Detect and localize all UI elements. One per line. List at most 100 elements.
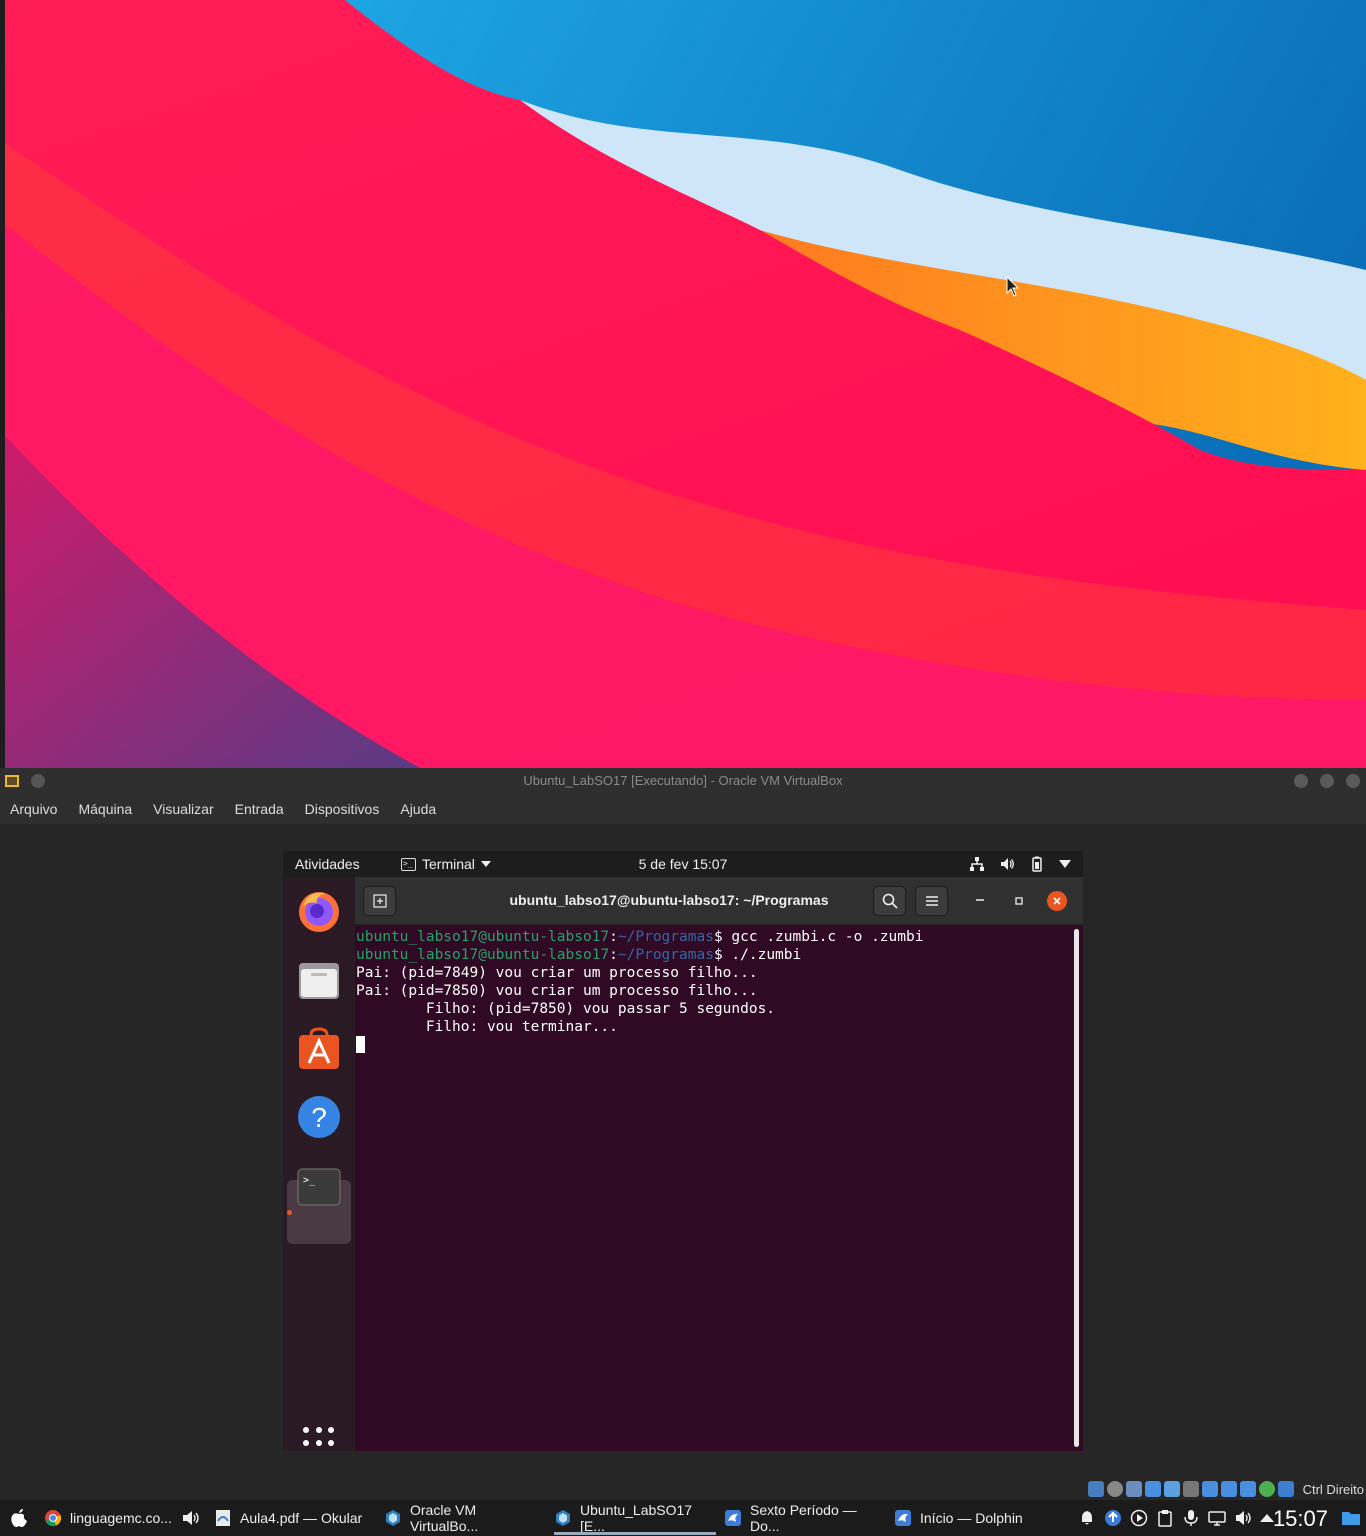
command-text: $ ./.zumbi [713, 947, 802, 963]
prompt-separator: : [609, 947, 618, 963]
task-label: Início — Dolphin [920, 1510, 1023, 1526]
desktop-wallpaper [0, 0, 1366, 768]
chevron-down-icon [1059, 860, 1071, 868]
guest-clock[interactable]: 5 de fev 15:07 [283, 856, 1083, 872]
dolphin-icon [895, 1510, 911, 1526]
guest-screen[interactable]: Atividades >_ Terminal 5 de fev 15:07 ? … [283, 851, 1083, 1451]
vbox-status-icons [1088, 1481, 1294, 1497]
terminal-close-button[interactable] [1047, 891, 1067, 911]
mouse-integration-icon[interactable] [1259, 1481, 1275, 1497]
terminal-icon[interactable]: >_ [295, 1163, 343, 1211]
menu-arquivo[interactable]: Arquivo [10, 801, 57, 817]
text-cursor [356, 1036, 365, 1053]
apple-menu-icon[interactable] [10, 1508, 28, 1528]
terminal-scrollbar[interactable] [1074, 929, 1079, 1447]
terminal-line: ubuntu_labso17@ubuntu-labso17:~/Programa… [356, 928, 1083, 946]
task-label: Aula4.pdf — Okular [240, 1510, 363, 1526]
task-label: linguagemc.co... [70, 1510, 172, 1526]
clipboard-icon[interactable] [1156, 1509, 1174, 1527]
virtualbox-icon [386, 1510, 400, 1526]
virtualbox-icon [556, 1510, 570, 1526]
close-button[interactable] [1346, 774, 1360, 788]
chrome-icon [45, 1510, 62, 1527]
menu-entrada[interactable]: Entrada [235, 801, 284, 817]
task-label: Ubuntu_LabSO17 [E... [580, 1502, 693, 1534]
update-icon[interactable] [1104, 1509, 1122, 1527]
optical-drive-icon[interactable] [1107, 1481, 1123, 1497]
display-icon[interactable] [1202, 1481, 1218, 1497]
search-button[interactable] [873, 886, 906, 916]
minimize-icon [976, 899, 984, 901]
terminal-minimize-button[interactable] [970, 891, 990, 911]
task-chrome[interactable]: linguagemc.co... [44, 1500, 172, 1536]
menu-maquina[interactable]: Máquina [78, 801, 132, 817]
vbox-titlebar[interactable]: Ubuntu_LabSO17 [Executando] - Oracle VM … [0, 768, 1366, 794]
output-line: Filho: (pid=7850) vou passar 5 segundos. [356, 1001, 776, 1017]
ubuntu-dock: ? >_ [283, 877, 355, 1451]
show-desktop-icon[interactable] [1340, 1508, 1362, 1528]
restore-icon [1015, 897, 1023, 905]
search-icon [882, 893, 898, 909]
ubuntu-software-icon[interactable] [295, 1025, 343, 1073]
host-clock[interactable]: 15:07 [1273, 1506, 1328, 1532]
virtualization-icon[interactable] [1240, 1481, 1256, 1497]
audio-icon[interactable] [1126, 1481, 1142, 1497]
terminal-line: ubuntu_labso17@ubuntu-labso17:~/Programa… [356, 946, 1083, 964]
volume-icon[interactable] [1234, 1509, 1252, 1527]
prompt-path: ~/Programas [617, 929, 714, 945]
notifications-icon[interactable] [1078, 1509, 1096, 1527]
volume-icon [1001, 858, 1014, 870]
files-icon[interactable] [295, 957, 343, 1005]
network-adapter-icon[interactable] [1145, 1481, 1161, 1497]
hamburger-menu-button[interactable] [915, 886, 948, 916]
terminal-headerbar: ubuntu_labso17@ubuntu-labso17: ~/Program… [355, 877, 1083, 925]
system-tray[interactable] [969, 856, 1071, 872]
minimize-button[interactable] [1294, 774, 1308, 788]
battery-icon [1032, 856, 1042, 872]
close-icon [1053, 897, 1061, 905]
task-ubuntu-vm[interactable]: Ubuntu_LabSO17 [E... [554, 1500, 716, 1536]
gnome-top-bar: Atividades >_ Terminal 5 de fev 15:07 [283, 851, 1083, 877]
menu-ajuda[interactable]: Ajuda [400, 801, 436, 817]
show-applications-icon[interactable] [303, 1427, 335, 1451]
firefox-icon[interactable] [295, 887, 343, 935]
task-virtualbox-manager[interactable]: Oracle VM VirtualBo... [384, 1500, 546, 1536]
running-indicator [287, 1210, 292, 1215]
mouse-cursor-icon [1006, 276, 1020, 297]
task-dolphin-sexto[interactable]: Sexto Período — Do... [724, 1500, 886, 1536]
host-key-label: Ctrl Direito [1302, 1482, 1364, 1497]
microphone-icon[interactable] [1182, 1509, 1200, 1527]
keyboard-capture-icon[interactable] [1278, 1481, 1294, 1497]
task-okular[interactable]: Aula4.pdf — Okular [214, 1500, 374, 1536]
prompt-user: ubuntu_labso17@ubuntu-labso17 [356, 947, 610, 963]
prompt-path: ~/Programas [617, 947, 714, 963]
task-label: Oracle VM VirtualBo... [410, 1502, 479, 1534]
task-dolphin-inicio[interactable]: Início — Dolphin [894, 1500, 1054, 1536]
svg-text:>_: >_ [303, 1175, 316, 1186]
terminal-output[interactable]: ubuntu_labso17@ubuntu-labso17:~/Programa… [355, 925, 1083, 1451]
maximize-button[interactable] [1320, 774, 1334, 788]
recording-icon[interactable] [1221, 1481, 1237, 1497]
prompt-separator: : [609, 929, 618, 945]
output-line: Pai: (pid=7849) vou criar um processo fi… [356, 965, 758, 981]
prompt-user: ubuntu_labso17@ubuntu-labso17 [356, 929, 610, 945]
chevron-up-icon[interactable] [1260, 1513, 1274, 1523]
menu-visualizar[interactable]: Visualizar [153, 801, 213, 817]
terminal-maximize-button[interactable] [1009, 891, 1029, 911]
help-icon[interactable]: ? [295, 1093, 343, 1141]
vbox-statusbar: Ctrl Direito [0, 1478, 1366, 1500]
dolphin-icon [725, 1510, 741, 1526]
shared-folders-icon[interactable] [1183, 1481, 1199, 1497]
vbox-menubar: Arquivo Máquina Visualizar Entrada Dispo… [0, 794, 1366, 824]
hard-disk-icon[interactable] [1088, 1481, 1104, 1497]
display-settings-icon[interactable] [1208, 1509, 1226, 1527]
speaker-icon[interactable] [181, 1509, 201, 1527]
output-line: Pai: (pid=7850) vou criar um processo fi… [356, 983, 758, 999]
menu-dispositivos[interactable]: Dispositivos [305, 801, 380, 817]
host-system-tray [1078, 1509, 1274, 1527]
output-line: Filho: vou terminar... [356, 1019, 618, 1035]
task-label: Sexto Período — Do... [750, 1502, 857, 1534]
network-icon [970, 857, 984, 871]
usb-icon[interactable] [1164, 1481, 1180, 1497]
media-player-icon[interactable] [1130, 1509, 1148, 1527]
